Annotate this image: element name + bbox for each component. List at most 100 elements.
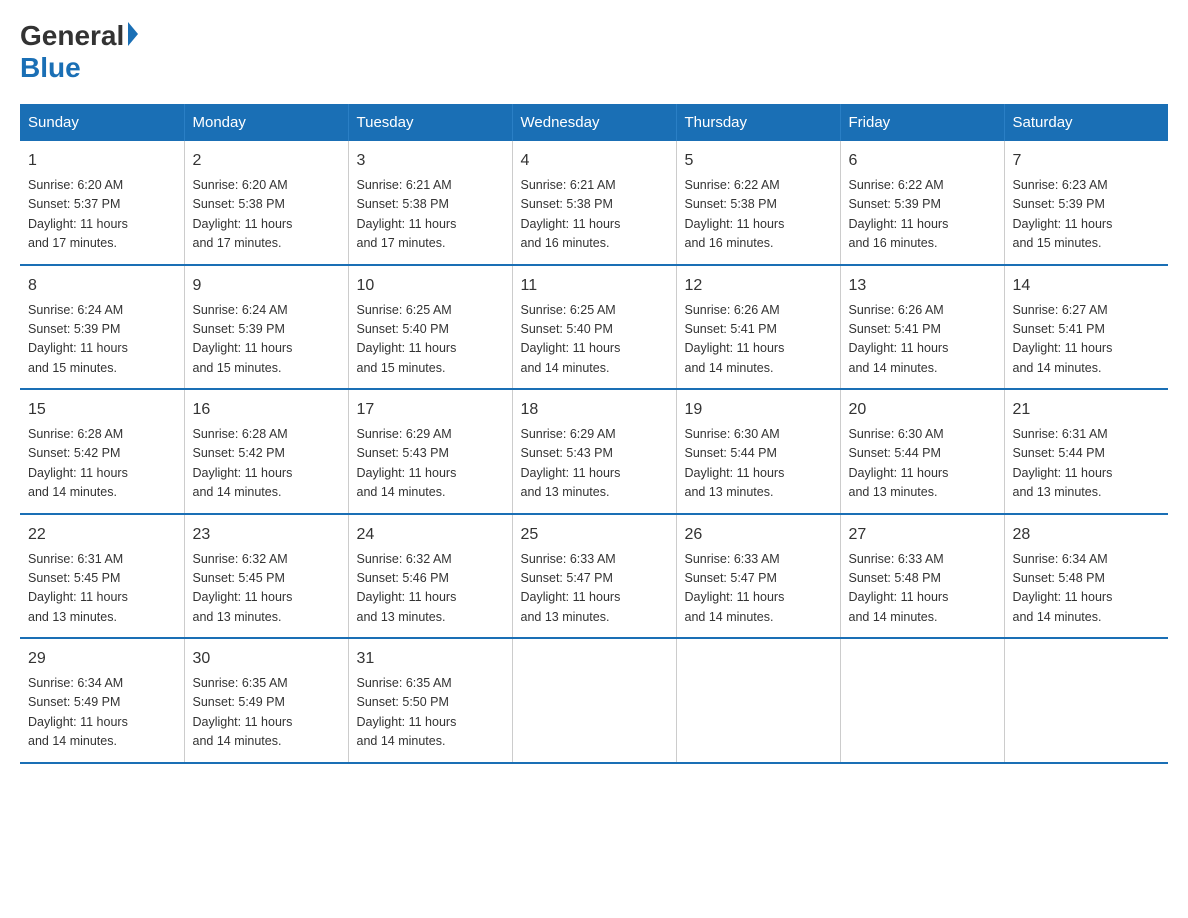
- day-info: Sunrise: 6:32 AM Sunset: 5:46 PM Dayligh…: [357, 550, 504, 628]
- calendar-week-row: 1 Sunrise: 6:20 AM Sunset: 5:37 PM Dayli…: [20, 141, 1168, 265]
- day-number: 28: [1013, 523, 1161, 547]
- day-number: 6: [849, 149, 996, 173]
- day-info: Sunrise: 6:20 AM Sunset: 5:38 PM Dayligh…: [193, 176, 340, 254]
- day-number: 18: [521, 398, 668, 422]
- header-tuesday: Tuesday: [348, 104, 512, 141]
- day-info: Sunrise: 6:24 AM Sunset: 5:39 PM Dayligh…: [28, 301, 176, 379]
- calendar-cell: 26 Sunrise: 6:33 AM Sunset: 5:47 PM Dayl…: [676, 514, 840, 639]
- calendar-cell: 16 Sunrise: 6:28 AM Sunset: 5:42 PM Dayl…: [184, 389, 348, 514]
- day-number: 9: [193, 274, 340, 298]
- day-number: 25: [521, 523, 668, 547]
- day-number: 26: [685, 523, 832, 547]
- calendar-cell: 20 Sunrise: 6:30 AM Sunset: 5:44 PM Dayl…: [840, 389, 1004, 514]
- calendar-cell: 11 Sunrise: 6:25 AM Sunset: 5:40 PM Dayl…: [512, 265, 676, 390]
- day-info: Sunrise: 6:20 AM Sunset: 5:37 PM Dayligh…: [28, 176, 176, 254]
- calendar-cell: 17 Sunrise: 6:29 AM Sunset: 5:43 PM Dayl…: [348, 389, 512, 514]
- day-number: 17: [357, 398, 504, 422]
- day-info: Sunrise: 6:26 AM Sunset: 5:41 PM Dayligh…: [849, 301, 996, 379]
- calendar-cell: 21 Sunrise: 6:31 AM Sunset: 5:44 PM Dayl…: [1004, 389, 1168, 514]
- day-info: Sunrise: 6:28 AM Sunset: 5:42 PM Dayligh…: [28, 425, 176, 503]
- calendar-cell: 1 Sunrise: 6:20 AM Sunset: 5:37 PM Dayli…: [20, 141, 184, 265]
- day-number: 30: [193, 647, 340, 671]
- calendar-week-row: 22 Sunrise: 6:31 AM Sunset: 5:45 PM Dayl…: [20, 514, 1168, 639]
- header-friday: Friday: [840, 104, 1004, 141]
- day-info: Sunrise: 6:35 AM Sunset: 5:49 PM Dayligh…: [193, 674, 340, 752]
- day-info: Sunrise: 6:30 AM Sunset: 5:44 PM Dayligh…: [685, 425, 832, 503]
- calendar-cell: 9 Sunrise: 6:24 AM Sunset: 5:39 PM Dayli…: [184, 265, 348, 390]
- calendar-cell: [1004, 638, 1168, 763]
- calendar-cell: 22 Sunrise: 6:31 AM Sunset: 5:45 PM Dayl…: [20, 514, 184, 639]
- day-info: Sunrise: 6:31 AM Sunset: 5:45 PM Dayligh…: [28, 550, 176, 628]
- day-number: 12: [685, 274, 832, 298]
- day-info: Sunrise: 6:28 AM Sunset: 5:42 PM Dayligh…: [193, 425, 340, 503]
- calendar-week-row: 8 Sunrise: 6:24 AM Sunset: 5:39 PM Dayli…: [20, 265, 1168, 390]
- calendar-cell: 24 Sunrise: 6:32 AM Sunset: 5:46 PM Dayl…: [348, 514, 512, 639]
- calendar-cell: 30 Sunrise: 6:35 AM Sunset: 5:49 PM Dayl…: [184, 638, 348, 763]
- day-number: 14: [1013, 274, 1161, 298]
- calendar-cell: 4 Sunrise: 6:21 AM Sunset: 5:38 PM Dayli…: [512, 141, 676, 265]
- day-info: Sunrise: 6:29 AM Sunset: 5:43 PM Dayligh…: [521, 425, 668, 503]
- day-info: Sunrise: 6:27 AM Sunset: 5:41 PM Dayligh…: [1013, 301, 1161, 379]
- day-info: Sunrise: 6:33 AM Sunset: 5:47 PM Dayligh…: [685, 550, 832, 628]
- header-monday: Monday: [184, 104, 348, 141]
- day-number: 19: [685, 398, 832, 422]
- calendar-cell: 10 Sunrise: 6:25 AM Sunset: 5:40 PM Dayl…: [348, 265, 512, 390]
- calendar-cell: 31 Sunrise: 6:35 AM Sunset: 5:50 PM Dayl…: [348, 638, 512, 763]
- day-number: 23: [193, 523, 340, 547]
- day-info: Sunrise: 6:21 AM Sunset: 5:38 PM Dayligh…: [521, 176, 668, 254]
- logo: General Blue: [20, 20, 138, 84]
- day-number: 8: [28, 274, 176, 298]
- logo-general-text: General: [20, 20, 124, 52]
- day-info: Sunrise: 6:34 AM Sunset: 5:48 PM Dayligh…: [1013, 550, 1161, 628]
- day-info: Sunrise: 6:29 AM Sunset: 5:43 PM Dayligh…: [357, 425, 504, 503]
- calendar-cell: 13 Sunrise: 6:26 AM Sunset: 5:41 PM Dayl…: [840, 265, 1004, 390]
- calendar-cell: 28 Sunrise: 6:34 AM Sunset: 5:48 PM Dayl…: [1004, 514, 1168, 639]
- day-info: Sunrise: 6:22 AM Sunset: 5:38 PM Dayligh…: [685, 176, 832, 254]
- calendar-cell: 15 Sunrise: 6:28 AM Sunset: 5:42 PM Dayl…: [20, 389, 184, 514]
- calendar-cell: 25 Sunrise: 6:33 AM Sunset: 5:47 PM Dayl…: [512, 514, 676, 639]
- day-number: 20: [849, 398, 996, 422]
- day-info: Sunrise: 6:32 AM Sunset: 5:45 PM Dayligh…: [193, 550, 340, 628]
- day-number: 10: [357, 274, 504, 298]
- day-info: Sunrise: 6:25 AM Sunset: 5:40 PM Dayligh…: [521, 301, 668, 379]
- calendar-table: SundayMondayTuesdayWednesdayThursdayFrid…: [20, 104, 1168, 764]
- day-number: 22: [28, 523, 176, 547]
- calendar-cell: 8 Sunrise: 6:24 AM Sunset: 5:39 PM Dayli…: [20, 265, 184, 390]
- calendar-cell: 12 Sunrise: 6:26 AM Sunset: 5:41 PM Dayl…: [676, 265, 840, 390]
- calendar-week-row: 15 Sunrise: 6:28 AM Sunset: 5:42 PM Dayl…: [20, 389, 1168, 514]
- logo-text: General: [20, 20, 138, 52]
- calendar-cell: 7 Sunrise: 6:23 AM Sunset: 5:39 PM Dayli…: [1004, 141, 1168, 265]
- calendar-cell: 2 Sunrise: 6:20 AM Sunset: 5:38 PM Dayli…: [184, 141, 348, 265]
- day-number: 16: [193, 398, 340, 422]
- header-saturday: Saturday: [1004, 104, 1168, 141]
- calendar-cell: 5 Sunrise: 6:22 AM Sunset: 5:38 PM Dayli…: [676, 141, 840, 265]
- calendar-cell: 14 Sunrise: 6:27 AM Sunset: 5:41 PM Dayl…: [1004, 265, 1168, 390]
- day-number: 7: [1013, 149, 1161, 173]
- day-number: 1: [28, 149, 176, 173]
- day-info: Sunrise: 6:33 AM Sunset: 5:48 PM Dayligh…: [849, 550, 996, 628]
- calendar-cell: 3 Sunrise: 6:21 AM Sunset: 5:38 PM Dayli…: [348, 141, 512, 265]
- day-info: Sunrise: 6:21 AM Sunset: 5:38 PM Dayligh…: [357, 176, 504, 254]
- day-info: Sunrise: 6:26 AM Sunset: 5:41 PM Dayligh…: [685, 301, 832, 379]
- day-info: Sunrise: 6:35 AM Sunset: 5:50 PM Dayligh…: [357, 674, 504, 752]
- day-number: 31: [357, 647, 504, 671]
- day-number: 24: [357, 523, 504, 547]
- page-header: General Blue: [20, 20, 1168, 84]
- day-info: Sunrise: 6:24 AM Sunset: 5:39 PM Dayligh…: [193, 301, 340, 379]
- day-info: Sunrise: 6:31 AM Sunset: 5:44 PM Dayligh…: [1013, 425, 1161, 503]
- logo-arrow-icon: [128, 22, 138, 46]
- calendar-header-row: SundayMondayTuesdayWednesdayThursdayFrid…: [20, 104, 1168, 141]
- day-info: Sunrise: 6:23 AM Sunset: 5:39 PM Dayligh…: [1013, 176, 1161, 254]
- day-number: 11: [521, 274, 668, 298]
- calendar-cell: 18 Sunrise: 6:29 AM Sunset: 5:43 PM Dayl…: [512, 389, 676, 514]
- calendar-cell: [676, 638, 840, 763]
- day-number: 13: [849, 274, 996, 298]
- day-number: 15: [28, 398, 176, 422]
- calendar-cell: [512, 638, 676, 763]
- calendar-cell: 6 Sunrise: 6:22 AM Sunset: 5:39 PM Dayli…: [840, 141, 1004, 265]
- day-info: Sunrise: 6:25 AM Sunset: 5:40 PM Dayligh…: [357, 301, 504, 379]
- calendar-cell: 27 Sunrise: 6:33 AM Sunset: 5:48 PM Dayl…: [840, 514, 1004, 639]
- day-info: Sunrise: 6:22 AM Sunset: 5:39 PM Dayligh…: [849, 176, 996, 254]
- day-number: 2: [193, 149, 340, 173]
- header-thursday: Thursday: [676, 104, 840, 141]
